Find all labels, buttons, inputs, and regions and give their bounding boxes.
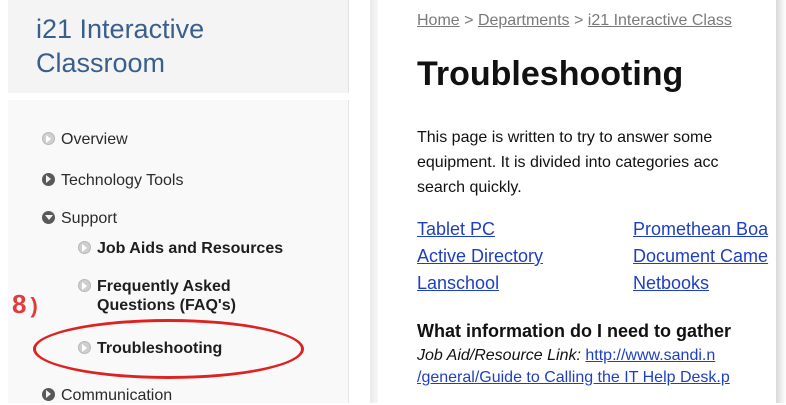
- breadcrumb-home[interactable]: Home: [417, 12, 460, 29]
- sidebar-item-label: Support: [61, 210, 118, 227]
- sidebar: i21 Interactive Classroom Overview Techn…: [0, 0, 355, 405]
- intro-line: This page is written to try to answer so…: [417, 129, 713, 146]
- intro-paragraph: This page is written to try to answer so…: [417, 125, 719, 200]
- sidebar-item-overview[interactable]: Overview: [42, 130, 128, 149]
- link-active-directory[interactable]: Active Directory: [417, 246, 543, 267]
- sidebar-item-label: Job Aids and Resources: [97, 240, 284, 257]
- sidebar-item-communication[interactable]: Communication: [42, 386, 172, 405]
- section-heading: What information do I need to gather: [417, 321, 731, 341]
- link-promethean-board[interactable]: Promethean Boa: [633, 219, 768, 240]
- bullet-icon: [78, 241, 91, 254]
- site-title-box: i21 Interactive Classroom: [8, 0, 349, 93]
- job-aid-line: Job Aid/Resource Link: http://www.sandi.…: [417, 347, 715, 365]
- expand-arrow-icon: [42, 388, 55, 401]
- link-netbooks[interactable]: Netbooks: [633, 273, 709, 294]
- intro-line: equipment. It is divided into categories…: [417, 154, 719, 171]
- site-title[interactable]: i21 Interactive Classroom: [36, 12, 336, 80]
- main-content: Home > Departments > i21 Interactive Cla…: [378, 0, 786, 403]
- bullet-icon: [42, 132, 55, 145]
- annotation-highlight-ellipse: [33, 319, 304, 379]
- page-title: Troubleshooting: [417, 55, 684, 93]
- sidebar-item-support[interactable]: Support: [42, 209, 117, 228]
- link-tablet-pc[interactable]: Tablet PC: [417, 219, 495, 240]
- collapse-arrow-icon: [42, 211, 55, 224]
- job-aid-label: Job Aid/Resource Link:: [417, 347, 581, 364]
- annotation-step-number: 8): [12, 289, 38, 319]
- breadcrumb: Home > Departments > i21 Interactive Cla…: [417, 12, 732, 30]
- sidebar-item-job-aids[interactable]: Job Aids and Resources: [78, 239, 283, 258]
- sidebar-item-faq[interactable]: Frequently Asked Questions (FAQ's): [78, 277, 297, 315]
- sidebar-item-technology-tools[interactable]: Technology Tools: [42, 171, 183, 190]
- divider: [370, 0, 378, 403]
- breadcrumb-i21[interactable]: i21 Interactive Class: [588, 12, 732, 29]
- breadcrumb-departments[interactable]: Departments: [478, 12, 570, 29]
- sidebar-item-label: Technology Tools: [61, 172, 184, 189]
- breadcrumb-separator: >: [573, 12, 584, 29]
- job-aid-link-continued[interactable]: /general/Guide to Calling the IT Help De…: [417, 369, 730, 387]
- bullet-icon: [78, 279, 91, 292]
- sidebar-item-label: Communication: [61, 387, 173, 404]
- page-edge-shadow: [776, 0, 786, 403]
- sidebar-item-label: Frequently Asked Questions (FAQ's): [97, 278, 236, 314]
- link-document-camera[interactable]: Document Came: [633, 246, 768, 267]
- sidebar-item-label: Overview: [61, 131, 128, 148]
- breadcrumb-separator: >: [464, 12, 474, 29]
- expand-arrow-icon: [42, 173, 55, 186]
- intro-line: search quickly.: [417, 179, 522, 196]
- link-lanschool[interactable]: Lanschool: [417, 273, 499, 294]
- job-aid-link[interactable]: http://www.sandi.n: [585, 347, 715, 364]
